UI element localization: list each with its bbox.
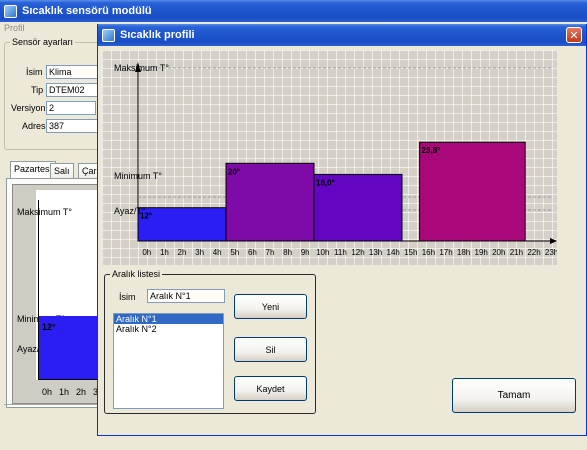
save-button[interactable]: Kaydet — [234, 376, 307, 401]
x-tick-label: 11h — [334, 248, 347, 257]
dialog-app-icon — [102, 28, 115, 42]
x-tick-label: 22h — [527, 248, 540, 257]
x-tick-label: 4h — [213, 248, 222, 257]
x-tick-label: 20h — [492, 248, 505, 257]
list-item[interactable]: Aralık N°2 — [114, 324, 223, 334]
mini-max-label: Maksimum T° — [17, 207, 72, 217]
x-tick-label: 16h — [422, 248, 435, 257]
x-tick-label: 0h — [142, 248, 151, 257]
mini-hour-1: 1h — [59, 387, 70, 397]
range-list-legend: Aralık listesi — [110, 269, 163, 279]
new-button[interactable]: Yeni — [234, 294, 307, 319]
field-label-name: İsim — [26, 67, 43, 77]
field-label-type: Tip — [31, 85, 44, 95]
x-tick-label: 15h — [404, 248, 417, 257]
x-tick-label: 7h — [266, 248, 275, 257]
ok-button[interactable]: Tamam — [452, 378, 576, 413]
chart-svg: 12°20°18,0°23,8°0h 1h 2h 3h 4h 5h 6h 7h 8h 9h 10h 1… — [135, 62, 557, 257]
dialog-title-bar[interactable]: Sıcaklık profili — [98, 24, 586, 46]
close-icon: ✕ — [569, 29, 579, 42]
field-label-version: Versiyon — [11, 103, 46, 113]
range-name-label: İsim — [119, 292, 136, 302]
sensor-settings-legend: Sensör ayarları — [10, 37, 76, 47]
x-tick-label: 10h — [316, 248, 329, 257]
x-tick-label: 5h — [230, 248, 239, 257]
x-tick-label: 17h — [439, 248, 452, 257]
app-icon — [4, 4, 17, 18]
range-list[interactable]: Aralık N°1 Aralık N°2 — [113, 313, 224, 409]
x-tick-label: 9h — [301, 248, 310, 257]
delete-button[interactable]: Sil — [234, 337, 307, 362]
x-tick-label: 19h — [475, 248, 488, 257]
tab-tuesday[interactable]: Salı — [50, 163, 74, 179]
profile-chart[interactable]: 12° 20° 18,0° 23,8° 0h 1h 2h 3h 4h 5h 6h 7h 8h 9h 10h 1… — [102, 50, 557, 265]
range-name-field[interactable]: Aralık N°1 — [147, 289, 225, 303]
main-title: Sıcaklık sensörü modülü — [22, 5, 152, 17]
chart-max-label: Maksimum T° — [114, 63, 169, 73]
x-tick-label: 3h — [195, 248, 204, 257]
chart-bar-label-3: 23,8° — [422, 146, 441, 155]
chart-bar-3[interactable] — [419, 141, 526, 242]
chart-min-label: Minimum T° — [114, 171, 162, 181]
version-field[interactable]: 2 — [46, 101, 96, 115]
x-tick-label: 21h — [510, 248, 523, 257]
x-tick-label: 6h — [248, 248, 257, 257]
chart-frost-label: Ayaz/T° — [114, 206, 146, 216]
menu-profil[interactable]: Profil — [4, 23, 25, 33]
x-tick-label: 23h — [545, 248, 557, 257]
x-tick-label: 18h — [457, 248, 470, 257]
x-tick-label: 12h — [351, 248, 364, 257]
mini-bar-value: 12° — [42, 322, 56, 332]
chart-bar-label-2: 18,0° — [316, 178, 335, 187]
mini-hour-0: 0h — [42, 387, 53, 397]
close-button[interactable]: ✕ — [566, 27, 582, 43]
mini-hour-2: 2h — [76, 387, 87, 397]
x-tick-label: 14h — [387, 248, 400, 257]
x-tick-label: 13h — [369, 248, 382, 257]
dialog-title: Sıcaklık profili — [120, 29, 195, 41]
x-tick-label: 8h — [283, 248, 292, 257]
main-title-bar[interactable]: Sıcaklık sensörü modülü — [0, 0, 587, 22]
list-item[interactable]: Aralık N°1 — [114, 314, 223, 324]
mini-chart-x-axis — [38, 379, 100, 380]
chart-bar-label-1: 20° — [228, 167, 240, 176]
profile-dialog: Sıcaklık profili ✕ 12° 20° 18,0° 23,8° 0h 1h 2… — [97, 24, 587, 436]
x-axis-arrow — [550, 238, 557, 244]
x-tick-label: 1h — [160, 248, 169, 257]
x-tick-label: 2h — [178, 248, 187, 257]
tab-monday[interactable]: Pazartesi — [10, 161, 56, 179]
main-bottom-divider — [4, 404, 100, 405]
field-label-address: Adres — [22, 121, 46, 131]
